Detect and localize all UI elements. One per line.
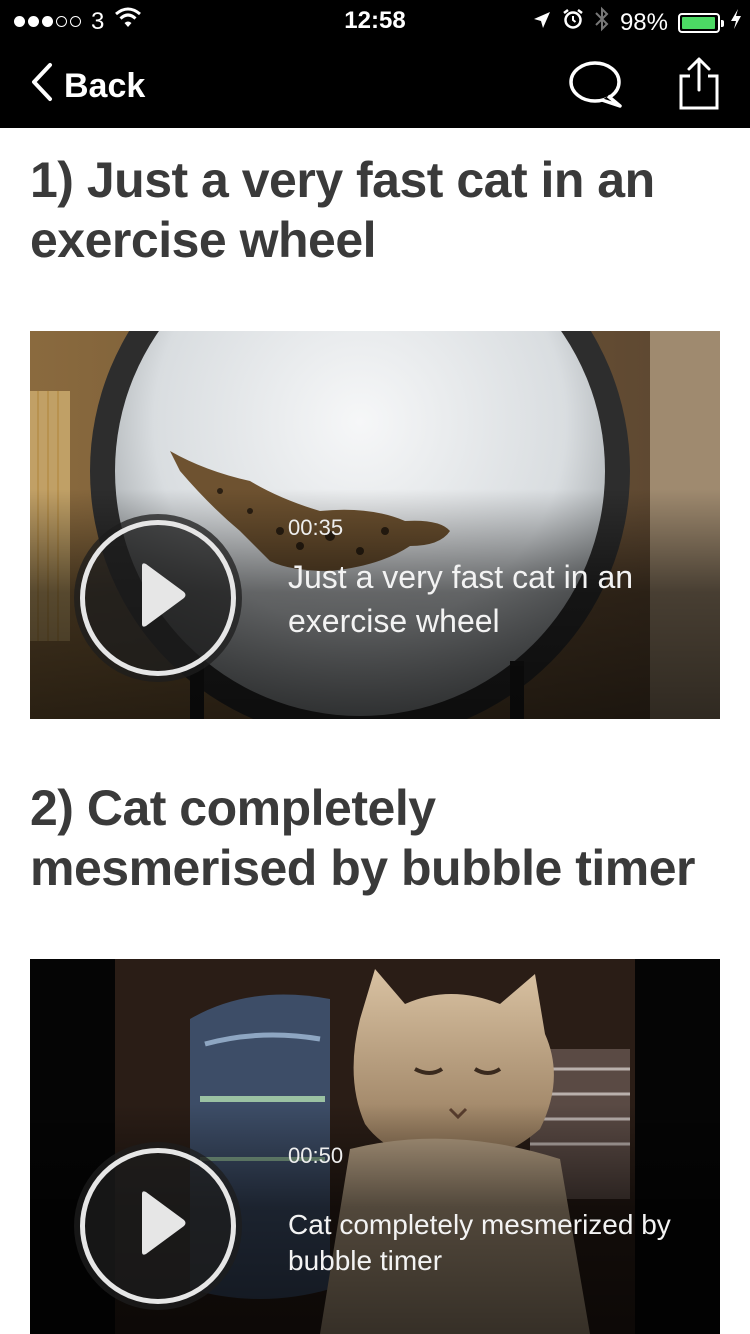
play-button[interactable] <box>74 514 242 682</box>
video-duration: 00:50 <box>288 1143 344 1168</box>
alarm-icon <box>562 8 584 37</box>
play-icon <box>142 563 186 627</box>
video-title: Just a very fast cat in an exercise whee… <box>288 559 634 639</box>
comment-bubble-icon[interactable] <box>568 58 624 115</box>
video-duration: 00:35 <box>288 515 344 540</box>
play-icon <box>142 1191 186 1255</box>
location-arrow-icon <box>532 9 552 37</box>
play-button[interactable] <box>74 1142 242 1310</box>
status-right: 98% <box>532 6 742 39</box>
chevron-left-icon <box>30 62 54 111</box>
article-headline: 1) Just a very fast cat in an exercise w… <box>30 152 655 268</box>
battery-percent: 98% <box>619 8 668 36</box>
video-player[interactable]: 00:35 Just a very fast cat in an exercis… <box>30 331 720 719</box>
charging-bolt-icon <box>730 8 742 37</box>
video-title: Cat completely mesmerized by bubble time… <box>288 1209 671 1276</box>
article-headline: 2) Cat completely mesmerised by bubble t… <box>30 780 696 896</box>
bluetooth-icon <box>594 6 610 39</box>
back-button[interactable]: Back <box>30 62 145 111</box>
battery-icon <box>678 12 724 33</box>
share-icon[interactable] <box>676 56 722 117</box>
nav-bar: Back <box>0 40 750 128</box>
back-label: Back <box>64 67 146 105</box>
video-player[interactable]: 00:50 Cat completely mesmerized by bubbl… <box>30 959 720 1334</box>
status-bar: 3 12:58 98% <box>0 0 750 40</box>
